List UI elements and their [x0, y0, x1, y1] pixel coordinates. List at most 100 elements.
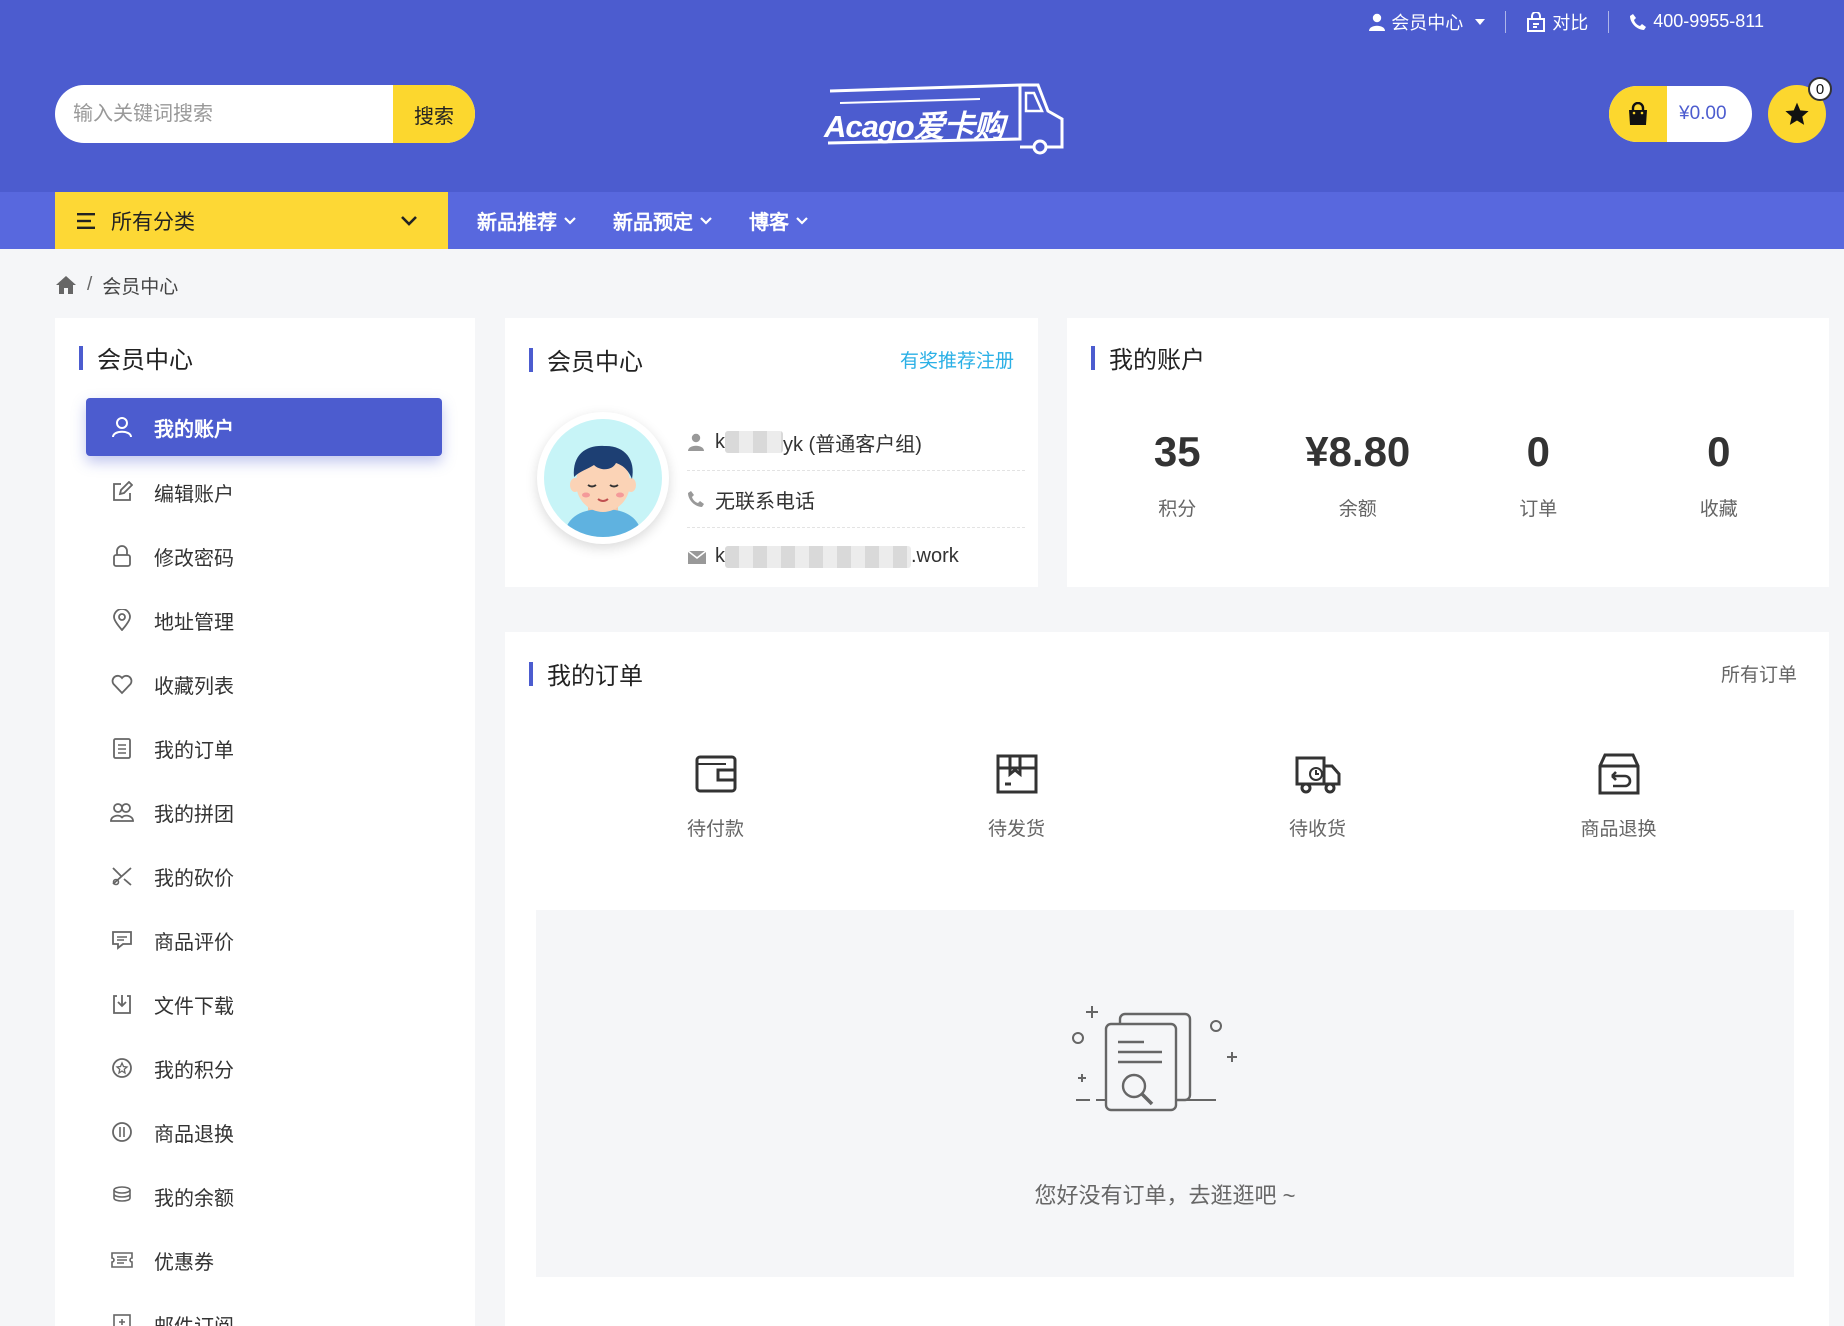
truck-icon: [1228, 752, 1408, 800]
nav-items: 新品推荐 新品预定 博客: [477, 192, 845, 249]
title-bar: [529, 347, 533, 372]
member-name-suffix: yk (普通客户组): [783, 433, 922, 456]
sidebar-item-label: 我的拼团: [154, 803, 234, 826]
user-icon: [1369, 13, 1386, 31]
phone-number: 400-9955-811: [1653, 11, 1764, 31]
search-button[interactable]: 搜索: [393, 85, 475, 143]
order-status-label: 商品退换: [1580, 819, 1657, 840]
member-phone: 无联系电话: [715, 490, 815, 513]
sidebar-item-label: 我的砍价: [154, 867, 234, 890]
member-info: k yk (普通客户组) 无联系电话 k .work: [687, 414, 1025, 585]
sidebar-item-label: 优惠券: [154, 1251, 214, 1274]
compare-bag-icon: [1527, 11, 1546, 32]
logo-text: Acago爱卡购: [824, 109, 1005, 144]
sidebar-item-address[interactable]: 地址管理: [86, 588, 442, 652]
comment-icon: [110, 928, 134, 952]
sidebar-item-subscriptions[interactable]: 邮件订阅: [86, 1292, 442, 1326]
member-name-row: k yk (普通客户组): [687, 414, 1025, 471]
all-orders-link[interactable]: 所有订单: [1721, 660, 1797, 687]
all-categories-label: 所有分类: [111, 210, 195, 234]
phone-icon: [1630, 13, 1647, 30]
avatar[interactable]: [537, 412, 669, 544]
nav-item-label: 新品预定: [613, 212, 693, 234]
sidebar-item-group-buy[interactable]: 我的拼团: [86, 780, 442, 844]
sidebar-item-favorites[interactable]: 收藏列表: [86, 652, 442, 716]
chevron-down-icon: [700, 216, 712, 225]
search-input[interactable]: [55, 85, 393, 143]
heart-icon: [110, 672, 134, 696]
sidebar-item-reviews[interactable]: 商品评价: [86, 908, 442, 972]
package-icon: [927, 752, 1107, 800]
member-email-row: k .work: [687, 528, 1025, 585]
coupon-icon: [110, 1248, 134, 1272]
chevron-down-icon: [1475, 18, 1486, 25]
chevron-down-icon: [401, 215, 417, 226]
stat-label: 订单: [1519, 499, 1558, 520]
nav-item-blog[interactable]: 博客: [749, 206, 809, 235]
sidebar-item-change-password[interactable]: 修改密码: [86, 524, 442, 588]
sidebar-item-coupons[interactable]: 优惠券: [86, 1228, 442, 1292]
order-status-label: 待付款: [686, 819, 744, 840]
order-status-pending-shipment[interactable]: 待发货: [927, 752, 1107, 841]
stat-value: 0: [1526, 428, 1550, 475]
order-status-tabs: 待付款 待发货 待收货 商品退换: [505, 752, 1829, 841]
favorites-button[interactable]: 0: [1768, 77, 1832, 143]
order-status-label: 待收货: [1288, 819, 1346, 840]
stat-label: 积分: [1158, 499, 1197, 520]
phone-link[interactable]: 400-9955-811: [1609, 11, 1784, 32]
sidebar-item-balance[interactable]: 我的余额: [86, 1164, 442, 1228]
cart-button[interactable]: ¥0.00: [1609, 86, 1752, 142]
nav-item-new-products[interactable]: 新品推荐: [477, 206, 577, 235]
top-links: 会员中心 对比 400-9955-811: [1349, 0, 1784, 43]
order-status-pending-payment[interactable]: 待付款: [626, 752, 806, 841]
member-name-prefix: k: [715, 430, 725, 453]
home-icon[interactable]: [55, 275, 77, 295]
main-nav: 所有分类 新品推荐 新品预定 博客: [0, 192, 1844, 249]
order-status-returns[interactable]: 商品退换: [1529, 752, 1709, 841]
user-icon: [110, 415, 134, 439]
return-box-icon: [1529, 752, 1709, 800]
empty-orders-state: 您好没有订单，去逛逛吧 ~: [536, 910, 1794, 1277]
sidebar-item-edit-account[interactable]: 编辑账户: [86, 460, 442, 524]
stat-balance[interactable]: ¥8.80 余额: [1273, 428, 1443, 521]
sidebar-item-label: 我的余额: [154, 1187, 234, 1210]
top-bar: 会员中心 对比 400-9955-811: [0, 0, 1844, 43]
points-icon: [110, 1056, 134, 1080]
user-icon: [687, 433, 707, 451]
member-center-menu[interactable]: 会员中心: [1349, 9, 1505, 35]
sidebar-item-points[interactable]: 我的积分: [86, 1036, 442, 1100]
breadcrumb: / 会员中心: [55, 272, 178, 298]
invite-register-link[interactable]: 有奖推荐注册: [900, 346, 1014, 373]
stat-orders[interactable]: 0 订单: [1453, 428, 1623, 521]
sidebar-item-label: 商品退换: [154, 1123, 234, 1146]
menu-lines-icon: [77, 212, 95, 229]
member-title-text: 会员中心: [547, 349, 643, 376]
cart-amount: ¥0.00: [1679, 103, 1727, 124]
stat-favorites[interactable]: 0 收藏: [1634, 428, 1804, 521]
wallet-icon: [626, 752, 806, 800]
all-categories-dropdown[interactable]: 所有分类: [55, 192, 448, 249]
stat-points[interactable]: 35 积分: [1092, 428, 1262, 521]
sidebar-item-bargain[interactable]: 我的砍价: [86, 844, 442, 908]
stat-value: 35: [1153, 428, 1201, 475]
compare-link[interactable]: 对比: [1506, 9, 1608, 35]
sidebar-menu: 我的账户 编辑账户 修改密码 地址管理 收藏列表 我的订单 我的拼团 我的砍价: [86, 398, 442, 1326]
stat-label: 收藏: [1699, 499, 1738, 520]
logo[interactable]: Acago爱卡购: [820, 81, 1070, 155]
bargain-icon: [110, 864, 134, 888]
sidebar-item-returns[interactable]: 商品退换: [86, 1100, 442, 1164]
group-icon: [110, 800, 134, 824]
sidebar-item-downloads[interactable]: 文件下载: [86, 972, 442, 1036]
my-account-panel: 我的账户 35 积分 ¥8.80 余额 0 订单 0 收藏: [1067, 318, 1829, 587]
nav-item-preorder[interactable]: 新品预定: [613, 206, 713, 235]
sidebar-item-my-account[interactable]: 我的账户: [86, 398, 442, 456]
sidebar-title: 会员中心: [79, 340, 193, 375]
nav-item-label: 新品推荐: [477, 212, 557, 234]
order-status-pending-receipt[interactable]: 待收货: [1228, 752, 1408, 841]
sidebar-item-orders[interactable]: 我的订单: [86, 716, 442, 780]
account-title-text: 我的账户: [1109, 347, 1205, 374]
bag-icon: [1609, 86, 1667, 142]
account-title: 我的账户: [1091, 340, 1205, 375]
chevron-down-icon: [796, 216, 808, 225]
sidebar-item-label: 我的订单: [154, 739, 234, 762]
